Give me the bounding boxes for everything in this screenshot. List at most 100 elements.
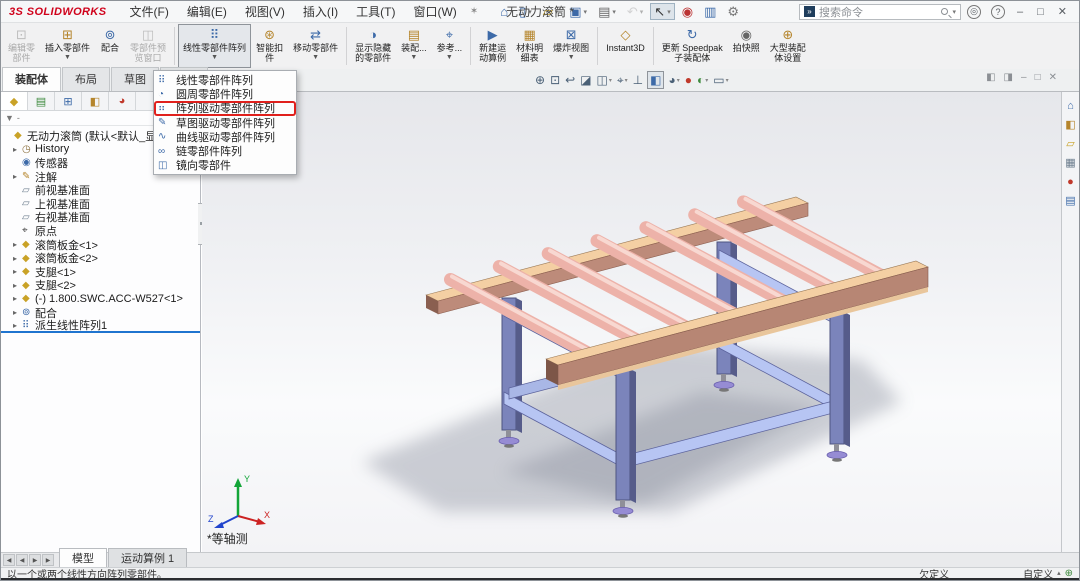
custom-status[interactable]: 自定义 — [1023, 566, 1053, 581]
custom-properties-icon[interactable]: ▤ — [1065, 195, 1075, 207]
user-account-icon[interactable]: ◎ — [967, 5, 981, 19]
component-preview-window-button[interactable]: ◫ 零部件预 览窗口 ▼ — [125, 24, 171, 68]
expand-arrow-icon[interactable]: ▸ — [13, 240, 22, 249]
move-component-button[interactable]: ⇄ 移动零部件 ▼ — [288, 24, 343, 68]
menu-pattern-driven-component-pattern[interactable]: ⠶ 阵列驱动零部件阵列 — [154, 101, 296, 115]
nav-first-icon[interactable]: ◀ — [3, 554, 15, 566]
help-icon[interactable]: ? — [991, 5, 1005, 19]
home-icon[interactable]: ⌂ — [496, 3, 512, 20]
menu-mirror-components[interactable]: ◫ 镜向零部件 — [154, 158, 296, 172]
menu-chain-component-pattern[interactable]: ∞ 链零部件阵列 — [154, 144, 296, 158]
previous-view-icon[interactable]: ↩ — [564, 73, 576, 87]
expand-arrow-icon[interactable]: ▸ — [13, 281, 22, 290]
dynamic-annotation-views-icon[interactable]: ◫ — [596, 73, 613, 87]
assembly-features-button[interactable]: ▤ 装配... ▼ — [396, 24, 432, 68]
tree-right-plane[interactable]: ▱ 右视基准面 — [1, 211, 200, 225]
insert-components-button[interactable]: ⊞ 插入零部件 ▼ — [40, 24, 95, 68]
tree-origin[interactable]: ⌖ 原点 — [1, 224, 200, 238]
section-view-icon[interactable]: ◪ — [579, 73, 592, 87]
design-library-icon[interactable]: ◧ — [1065, 119, 1075, 131]
propertymanager-tab[interactable]: ▤ — [28, 92, 55, 110]
dropdown-arrow-icon[interactable]: ▼ — [312, 54, 319, 61]
reference-geometry-button[interactable]: ⌖ 参考... ▼ — [432, 24, 468, 68]
configurationmanager-tab[interactable]: ⊞ — [55, 92, 82, 110]
zoom-to-area-icon[interactable]: ⊡ — [549, 73, 561, 87]
menu-item[interactable]: 编辑(E) — [178, 1, 236, 22]
mate-button[interactable]: ⊚ 配合 ▼ — [95, 24, 125, 68]
menu-item[interactable]: 文件(F) — [121, 1, 178, 22]
view-orientation-icon[interactable]: ⌖ — [616, 73, 629, 88]
save-icon[interactable]: ▣ — [565, 3, 591, 20]
featuremanager-tab[interactable]: ◆ — [1, 92, 28, 110]
view-palette-icon[interactable]: ▦ — [1065, 157, 1075, 169]
menu-sketch-driven-component-pattern[interactable]: ✎ 草图驱动零部件阵列 — [154, 116, 296, 130]
performance-report-icon[interactable]: ▥ — [700, 3, 720, 20]
menu-item[interactable]: 工具(T) — [347, 1, 404, 22]
doc-close-icon[interactable]: ✕ — [1049, 72, 1057, 83]
menu-linear-component-pattern[interactable]: ⠿ 线性零部件阵列 — [154, 73, 296, 87]
displaymanager-tab[interactable]: ◕ — [109, 92, 136, 110]
expand-arrow-icon[interactable]: ▸ — [13, 321, 22, 330]
menu-curve-driven-component-pattern[interactable]: ∿ 曲线驱动零部件阵列 — [154, 130, 296, 144]
zoom-to-fit-icon[interactable]: ⊕ — [534, 73, 546, 87]
menu-item[interactable]: 插入(I) — [294, 1, 347, 22]
tab-motion-study-1[interactable]: 运动算例 1 — [108, 548, 187, 567]
tab-layout[interactable]: 布局 — [62, 67, 110, 91]
ribbon-button[interactable]: ▼ — [597, 27, 598, 65]
expand-arrow-icon[interactable]: ▸ — [13, 267, 22, 276]
dropdown-arrow-icon[interactable]: ▼ — [64, 54, 71, 61]
edit-component-button[interactable]: ⊡ 编辑零 部件 ▼ — [3, 24, 40, 68]
new-motion-study-button[interactable]: ▶ 新建运 动算例 ▼ — [474, 24, 511, 68]
expand-arrow-icon[interactable]: ▸ — [13, 294, 22, 303]
dropdown-arrow-icon[interactable]: ▼ — [446, 54, 453, 61]
rebuild-traffic-light-icon[interactable]: ◉ — [678, 3, 697, 20]
close-button[interactable]: ✕ — [1052, 4, 1073, 19]
pane-right-icon[interactable]: ◨ — [1004, 72, 1013, 83]
nav-prev-icon[interactable]: ◀ — [16, 554, 28, 566]
3d-model-roller-conveyor[interactable] — [202, 92, 1063, 554]
tab-model[interactable]: 模型 — [59, 548, 107, 567]
ribbon-button[interactable]: ▼ — [470, 27, 471, 65]
update-speedpak-button[interactable]: ↻ 更新 Speedpak 子装配体 ▼ — [657, 24, 728, 68]
normal-to-icon[interactable]: ⊥ — [632, 73, 644, 87]
edit-appearance-icon[interactable]: ● — [684, 73, 693, 87]
tree-front-plane[interactable]: ▱ 前视基准面 — [1, 183, 200, 197]
menu-item[interactable]: 视图(V) — [236, 1, 294, 22]
status-dropdown-icon[interactable]: ▴ — [1057, 569, 1061, 577]
dropdown-arrow-icon[interactable]: ▼ — [568, 54, 575, 61]
linear-component-pattern-button[interactable]: ⠿ 线性零部件阵列 ▼ — [178, 24, 251, 68]
dimxpertmanager-tab[interactable]: ◧ — [82, 92, 109, 110]
doc-minimize-icon[interactable]: – — [1021, 72, 1027, 83]
options-gear-icon[interactable]: ⚙ — [723, 3, 743, 20]
exploded-view-button[interactable]: ⊠ 爆炸视图 ▼ — [548, 24, 594, 68]
tree-roller-sheetmetal-2[interactable]: ▸ ◆ 滚筒板金<2> — [1, 251, 200, 265]
expand-arrow-icon[interactable]: ▸ — [13, 145, 22, 154]
menu-item[interactable]: 窗口(W) — [404, 1, 465, 22]
restore-button[interactable]: □ — [1031, 5, 1050, 19]
minimize-button[interactable]: – — [1011, 5, 1029, 19]
nav-next-icon[interactable]: ▶ — [29, 554, 41, 566]
appearances-scenes-icon[interactable]: ● — [1067, 176, 1074, 188]
nav-last-icon[interactable]: ▶ — [42, 554, 54, 566]
undo-icon[interactable]: ↶ — [623, 3, 647, 20]
instant3d-button[interactable]: ◇ Instant3D ▼ — [601, 24, 650, 68]
filter-icon[interactable]: ▼ — [5, 113, 14, 123]
ribbon-button[interactable]: ▼ — [346, 27, 347, 65]
tree-leg-2[interactable]: ▸ ◆ 支腿<2> — [1, 279, 200, 293]
open-file-icon[interactable]: ▱ — [539, 3, 563, 20]
large-assembly-settings-button[interactable]: ⊕ 大型装配 体设置 ▼ — [765, 24, 811, 68]
tree-top-plane[interactable]: ▱ 上视基准面 — [1, 197, 200, 211]
solidworks-resources-icon[interactable]: ⌂ — [1067, 100, 1074, 112]
search-magnifier-icon[interactable] — [941, 8, 948, 15]
ribbon-button[interactable]: ▼ — [174, 27, 175, 65]
dropdown-arrow-icon[interactable]: ▼ — [211, 54, 218, 61]
apply-scene-icon[interactable]: ◐ — [696, 73, 709, 87]
tree-roller-sheetmetal-1[interactable]: ▸ ◆ 滚筒板金<1> — [1, 238, 200, 252]
status-globe-icon[interactable]: ⊕ — [1065, 568, 1073, 579]
tab-sketch[interactable]: 草图 — [111, 67, 159, 91]
expand-arrow-icon[interactable]: ▸ — [13, 172, 22, 181]
file-explorer-icon[interactable]: ▱ — [1066, 138, 1074, 150]
search-dropdown-icon[interactable]: ▾ — [952, 8, 956, 16]
expand-arrow-icon[interactable]: ▸ — [13, 254, 22, 263]
expand-arrow-icon[interactable]: ▸ — [13, 308, 22, 317]
